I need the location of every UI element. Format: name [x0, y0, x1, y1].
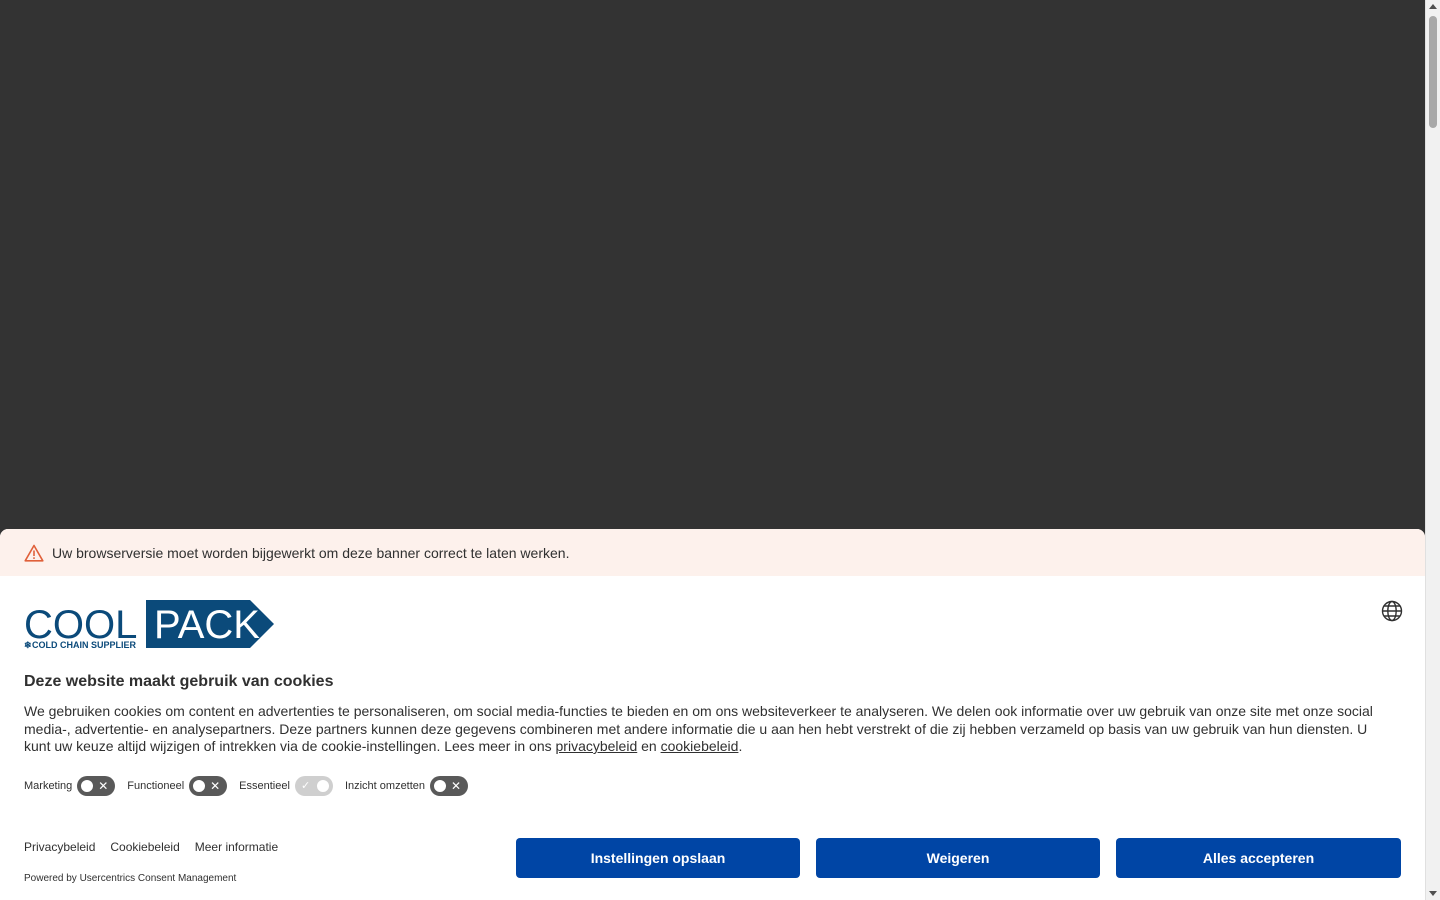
inzicht-omzetten-toggle[interactable]: ✕	[430, 776, 469, 796]
accept-all-button[interactable]: Alles accepteren	[1116, 838, 1401, 878]
powered-by-text: Powered by Usercentrics Consent Manageme…	[24, 873, 237, 884]
cookie-policy-inline-link[interactable]: cookiebeleid	[661, 738, 739, 754]
consent-toggles: Marketing ✕ Functioneel ✕ Essentieel ✓ I…	[24, 776, 480, 796]
consent-title: Deze website maakt gebruik van cookies	[24, 673, 334, 690]
browser-warning-text: Uw browserversie moet worden bijgewerkt …	[52, 544, 570, 561]
save-settings-button[interactable]: Instellingen opslaan	[516, 838, 800, 878]
consent-description: We gebruiken cookies om content en adver…	[24, 703, 1373, 754]
logo-brand-right: PACK	[154, 603, 260, 647]
consent-buttons: Instellingen opslaan Weigeren Alles acce…	[516, 838, 1401, 878]
privacy-policy-link[interactable]: Privacybeleid	[24, 840, 95, 854]
privacy-policy-inline-link[interactable]: privacybeleid	[556, 738, 638, 754]
toggle-group-marketing: Marketing ✕	[24, 776, 116, 796]
scroll-thumb[interactable]	[1429, 16, 1437, 128]
close-icon: ✕	[210, 779, 221, 793]
toggle-knob	[315, 779, 330, 793]
svg-text:❄: ❄	[24, 640, 32, 650]
footer-links: Privacybeleid Cookiebeleid Meer informat…	[24, 840, 293, 854]
check-icon: ✓	[300, 780, 311, 792]
essentieel-toggle: ✓	[294, 776, 333, 796]
banner-header: COOL PACK ❄ COLD CHAIN SUPPLIER	[0, 576, 1425, 652]
scroll-down-arrow-icon[interactable]	[1429, 891, 1437, 896]
toggle-label-marketing: Marketing	[24, 780, 73, 792]
functioneel-toggle[interactable]: ✕	[189, 776, 228, 796]
toggle-label-inzicht: Inzicht omzetten	[344, 780, 426, 792]
globe-language-icon[interactable]	[1381, 600, 1403, 622]
coolpack-logo: COOL PACK ❄ COLD CHAIN SUPPLIER	[24, 600, 274, 650]
marketing-toggle[interactable]: ✕	[77, 776, 116, 796]
cookie-policy-link[interactable]: Cookiebeleid	[110, 840, 179, 854]
cookie-consent-banner: Uw browserversie moet worden bijgewerkt …	[0, 529, 1425, 900]
toggle-group-functioneel: Functioneel ✕	[127, 776, 228, 796]
warning-triangle-icon	[24, 544, 44, 562]
more-info-link[interactable]: Meer informatie	[195, 840, 278, 854]
deny-button[interactable]: Weigeren	[816, 838, 1100, 878]
browser-warning-bar: Uw browserversie moet worden bijgewerkt …	[0, 529, 1425, 576]
scroll-up-arrow-icon[interactable]	[1429, 4, 1437, 9]
toggle-knob	[192, 779, 207, 793]
toggle-group-essentieel: Essentieel ✓	[239, 776, 333, 796]
logo-tagline: COLD CHAIN SUPPLIER	[32, 640, 137, 650]
page-scrollbar[interactable]	[1425, 0, 1440, 900]
close-icon: ✕	[450, 779, 462, 793]
toggle-knob	[80, 779, 95, 793]
toggle-label-essentieel: Essentieel	[239, 780, 290, 792]
toggle-label-functioneel: Functioneel	[127, 780, 185, 792]
toggle-group-inzicht: Inzicht omzetten ✕	[344, 776, 469, 796]
close-icon: ✕	[98, 779, 109, 793]
toggle-knob	[433, 779, 448, 793]
